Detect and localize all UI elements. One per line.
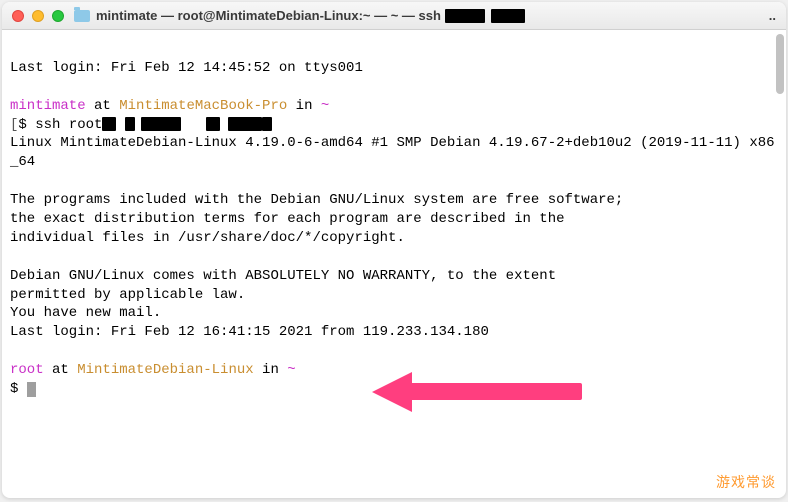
terminal-body[interactable]: Last login: Fri Feb 12 14:45:52 on ttys0…: [2, 30, 786, 428]
redacted-block: [262, 117, 272, 131]
text-at: at: [86, 98, 120, 114]
zoom-icon[interactable]: [52, 10, 64, 22]
redacted-block: [206, 117, 220, 131]
copyright-line: the exact distribution terms for each pr…: [10, 211, 565, 227]
local-user: mintimate: [10, 98, 86, 114]
redacted-block: [141, 117, 181, 131]
prompt-dollar: $: [10, 381, 27, 397]
redacted-block: [228, 117, 262, 131]
warranty-line: Debian GNU/Linux comes with ABSOLUTELY N…: [10, 268, 556, 284]
prompt-dollar: $: [18, 117, 35, 133]
text-in: in: [254, 362, 288, 378]
warranty-line: permitted by applicable law.: [10, 287, 245, 303]
text-at: at: [44, 362, 78, 378]
window-title: mintimate — root@MintimateDebian-Linux:~…: [96, 8, 441, 23]
close-icon[interactable]: [12, 10, 24, 22]
redacted-block: [125, 117, 135, 131]
copyright-line: individual files in /usr/share/doc/*/cop…: [10, 230, 405, 246]
folder-icon: [74, 10, 90, 22]
mail-line: You have new mail.: [10, 305, 161, 321]
watermark-text: 游戏常谈: [716, 472, 776, 492]
text-in: in: [287, 98, 321, 114]
last-login-remote: Last login: Fri Feb 12 16:41:15 2021 fro…: [10, 324, 489, 340]
redacted-block: [102, 117, 116, 131]
minimize-icon[interactable]: [32, 10, 44, 22]
motd-line: Linux MintimateDebian-Linux 4.19.0-6-amd…: [10, 135, 775, 170]
redacted-block: [445, 9, 485, 23]
scrollbar-thumb[interactable]: [776, 34, 784, 94]
cursor-icon: [27, 382, 36, 397]
remote-path: ~: [287, 362, 295, 378]
scrollbar-track[interactable]: [774, 32, 784, 492]
redacted-block: [491, 9, 525, 23]
ssh-command: ssh root: [35, 117, 102, 133]
terminal-window: mintimate — root@MintimateDebian-Linux:~…: [2, 2, 786, 498]
window-controls: [12, 10, 64, 22]
titlebar[interactable]: mintimate — root@MintimateDebian-Linux:~…: [2, 2, 786, 30]
copyright-line: The programs included with the Debian GN…: [10, 192, 623, 208]
local-path: ~: [321, 98, 329, 114]
last-login-local: Last login: Fri Feb 12 14:45:52 on ttys0…: [10, 60, 363, 76]
local-host: MintimateMacBook-Pro: [119, 98, 287, 114]
title-overflow: ..: [769, 8, 776, 23]
remote-user: root: [10, 362, 44, 378]
remote-host: MintimateDebian-Linux: [77, 362, 253, 378]
